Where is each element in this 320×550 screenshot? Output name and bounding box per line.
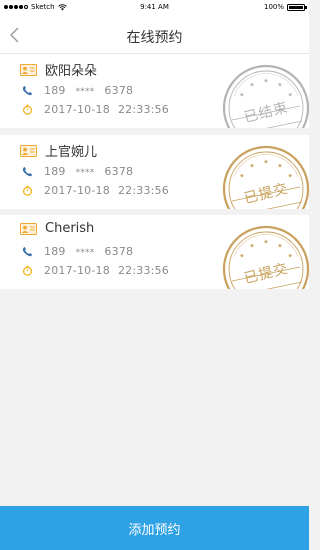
svg-text:★: ★ — [277, 242, 282, 249]
stopwatch-icon — [22, 104, 33, 115]
phone-prefix: 189 — [44, 84, 66, 97]
svg-text:★: ★ — [239, 173, 244, 180]
phone-prefix: 189 — [44, 165, 66, 178]
status-stamp: ★ ★ ★ ★ ★ 已结束 — [220, 62, 309, 128]
phone-prefix: 189 — [44, 245, 66, 258]
phone-mask: **** — [75, 87, 95, 97]
svg-text:★: ★ — [263, 159, 268, 166]
customer-name: 上官婉儿 — [45, 145, 98, 160]
appointment-time: 2017-10-18 22:33:56 — [44, 184, 169, 197]
appointment-time: 2017-10-18 22:33:56 — [44, 264, 169, 277]
svg-text:★: ★ — [249, 242, 254, 249]
svg-text:★: ★ — [239, 253, 244, 260]
phone-number: 189 **** 6378 — [44, 165, 143, 178]
svg-text:★: ★ — [263, 78, 268, 85]
svg-text:★: ★ — [263, 239, 268, 246]
id-card-icon — [20, 63, 37, 76]
stopwatch-icon — [22, 265, 33, 276]
card-name-row: Cherish — [20, 221, 94, 236]
phone-suffix: 6378 — [104, 84, 134, 97]
appointment-card[interactable]: Cherish 189 **** 6378 2017-10-18 22:33:56 — [0, 215, 309, 289]
status-bar: Sketch 9:41 AM 100% — [0, 0, 309, 16]
battery-percent: 100% — [263, 3, 284, 11]
appointment-card[interactable]: 欧阳朵朵 189 **** 6378 2017-10-18 22:33:56 ★… — [0, 54, 309, 128]
phone-mask: **** — [75, 248, 95, 258]
phone-icon — [22, 85, 33, 96]
card-time-row: 2017-10-18 22:33:56 — [20, 103, 169, 116]
card-name-row: 上官婉儿 — [20, 141, 97, 160]
card-phone-row: 189 **** 6378 — [20, 245, 143, 258]
svg-text:★: ★ — [277, 81, 282, 88]
phone-suffix: 6378 — [104, 165, 134, 178]
add-appointment-button[interactable]: 添加预约 — [0, 506, 309, 550]
id-card-icon — [20, 222, 37, 235]
appointment-card[interactable]: 上官婉儿 189 **** 6378 2017-10-18 22:33:56 ★… — [0, 135, 309, 209]
appointment-clock: 22:33:56 — [117, 184, 169, 197]
appointment-date: 2017-10-18 — [44, 264, 110, 277]
stopwatch-icon — [22, 185, 33, 196]
appointment-time: 2017-10-18 22:33:56 — [44, 103, 169, 116]
phone-number: 189 **** 6378 — [44, 84, 143, 97]
card-time-row: 2017-10-18 22:33:56 — [20, 264, 169, 277]
phone-number: 189 **** 6378 — [44, 245, 143, 258]
customer-name: 欧阳朵朵 — [45, 64, 98, 79]
customer-name: Cherish — [45, 221, 95, 236]
card-phone-row: 189 **** 6378 — [20, 165, 143, 178]
battery-icon — [287, 3, 307, 11]
page-title: 在线预约 — [126, 30, 183, 46]
svg-text:★: ★ — [249, 81, 254, 88]
svg-text:★: ★ — [239, 92, 244, 99]
phone-icon — [22, 166, 33, 177]
card-name-row: 欧阳朵朵 — [20, 60, 97, 79]
nav-bar: 在线预约 — [0, 16, 309, 54]
status-right: 100% — [263, 3, 307, 11]
svg-text:★: ★ — [249, 162, 254, 169]
appointment-clock: 22:33:56 — [117, 103, 169, 116]
id-card-icon — [20, 144, 37, 157]
appointment-date: 2017-10-18 — [44, 103, 110, 116]
card-time-row: 2017-10-18 22:33:56 — [20, 184, 169, 197]
phone-suffix: 6378 — [104, 245, 134, 258]
status-time: 9:41 AM — [140, 3, 169, 11]
status-stamp: ★ ★ ★ ★ ★ 已提交 — [220, 143, 309, 209]
add-appointment-label: 添加预约 — [128, 522, 181, 538]
svg-text:★: ★ — [277, 162, 282, 169]
phone-mask: **** — [75, 168, 95, 178]
phone-icon — [22, 246, 33, 257]
status-stamp: ★ ★ ★ ★ ★ 已提交 — [220, 223, 309, 289]
appointment-date: 2017-10-18 — [44, 184, 110, 197]
appointment-clock: 22:33:56 — [117, 264, 169, 277]
card-phone-row: 189 **** 6378 — [20, 84, 143, 97]
